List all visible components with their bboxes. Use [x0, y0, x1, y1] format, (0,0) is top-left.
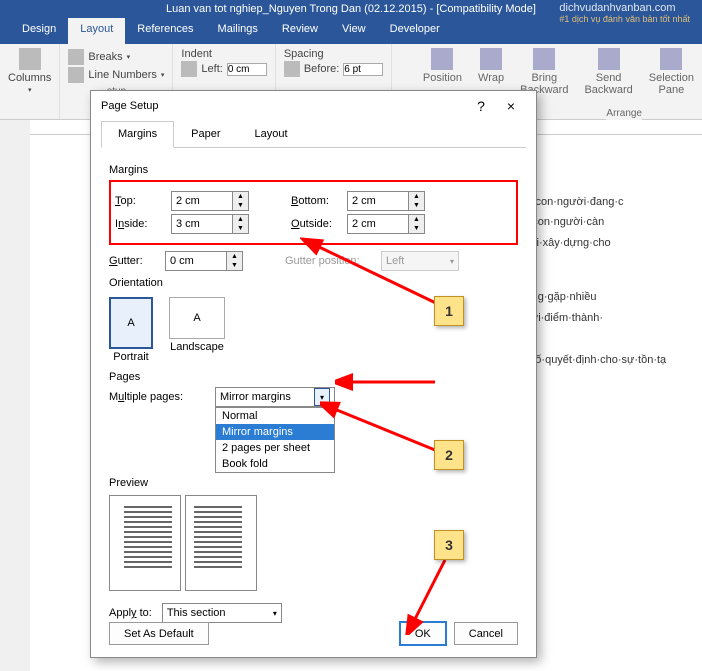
dialog-title-text: Page Setup [101, 100, 159, 112]
gutter-spinner[interactable]: ▲▼ [165, 251, 243, 271]
pages-heading: Pages [109, 371, 518, 383]
dd-option-bookfold[interactable]: Book fold [216, 456, 334, 472]
spin-up-icon[interactable]: ▲ [233, 192, 248, 201]
breaks-icon [68, 49, 84, 65]
spin-down-icon[interactable]: ▼ [409, 224, 424, 233]
inside-label: Inside: [115, 218, 165, 230]
breaks-button[interactable]: Breaks▾ [68, 49, 164, 65]
tab-developer[interactable]: Developer [378, 18, 452, 44]
dialog-tab-paper[interactable]: Paper [174, 121, 237, 147]
gutter-position-dropdown: Left▾ [381, 251, 459, 271]
dropdown-list: Normal Mirror margins 2 pages per sheet … [215, 407, 335, 473]
watermark: dichvudanhvanban.com #1 dịch vụ đánh văn… [559, 2, 690, 24]
spin-up-icon[interactable]: ▲ [409, 215, 424, 224]
selection-icon [660, 48, 682, 70]
tab-view[interactable]: View [330, 18, 378, 44]
spacing-before-control[interactable]: Before: [284, 61, 383, 77]
dialog-close-button[interactable]: × [496, 98, 526, 114]
tab-references[interactable]: References [125, 18, 205, 44]
multiple-pages-dropdown[interactable]: Mirror margins▾ Normal Mirror margins 2 … [215, 387, 335, 407]
margins-highlight-box: Top: ▲▼ Bottom: ▲▼ Inside: ▲▼ Outside: ▲… [109, 180, 518, 245]
ok-button[interactable]: OK [400, 622, 446, 645]
dialog-help-button[interactable]: ? [466, 98, 496, 114]
indent-left-icon [181, 61, 197, 77]
preview-page-left [109, 495, 181, 591]
spacing-before-value[interactable] [343, 63, 383, 76]
landscape-option[interactable]: A Landscape [169, 297, 225, 363]
bottom-label: Bottom: [291, 195, 341, 207]
dialog-buttons: Set As Default OK Cancel [109, 622, 518, 645]
chevron-down-icon[interactable]: ▾ [314, 388, 330, 406]
landscape-icon: A [169, 297, 225, 339]
send-icon [598, 48, 620, 70]
spin-down-icon[interactable]: ▼ [409, 201, 424, 210]
position-icon [431, 48, 453, 70]
page-setup-dialog: Page Setup ? × Margins Paper Layout Marg… [90, 90, 537, 658]
dialog-tab-layout[interactable]: Layout [237, 121, 304, 147]
bring-icon [533, 48, 555, 70]
callout-1: 1 [434, 296, 464, 326]
outside-input[interactable] [348, 215, 408, 233]
inside-spinner[interactable]: ▲▼ [171, 214, 249, 234]
selection-pane-button[interactable]: SelectionPane [641, 44, 702, 119]
tab-review[interactable]: Review [270, 18, 330, 44]
set-as-default-button[interactable]: Set As Default [109, 622, 209, 645]
dd-option-mirror-margins[interactable]: Mirror margins [216, 424, 334, 440]
top-spinner[interactable]: ▲▼ [171, 191, 249, 211]
dd-option-normal[interactable]: Normal [216, 408, 334, 424]
group-columns: Columns ▾ [0, 44, 60, 119]
chevron-down-icon: ▾ [450, 257, 454, 266]
gutter-label: Gutter: [109, 255, 159, 267]
dialog-tab-margins[interactable]: Margins [101, 121, 174, 148]
gutter-position-label: Gutter position: [285, 255, 375, 267]
callout-2: 2 [434, 440, 464, 470]
tab-mailings[interactable]: Mailings [206, 18, 270, 44]
spin-down-icon[interactable]: ▼ [233, 224, 248, 233]
spin-up-icon[interactable]: ▲ [233, 215, 248, 224]
tab-layout[interactable]: Layout [68, 18, 125, 44]
spin-up-icon[interactable]: ▲ [409, 192, 424, 201]
dialog-body: Margins Top: ▲▼ Bottom: ▲▼ Inside: ▲▼ Ou… [91, 148, 536, 633]
window-title: Luan van tot nghiep_Nguyen Trong Dan (02… [166, 3, 536, 15]
spacing-before-icon [284, 61, 300, 77]
preview-heading: Preview [109, 477, 518, 489]
indent-left-control[interactable]: Left: [181, 61, 266, 77]
line-numbers-button[interactable]: Line Numbers▾ [68, 67, 164, 83]
outside-label: Outside: [291, 218, 341, 230]
spin-up-icon[interactable]: ▲ [227, 252, 242, 261]
columns-button[interactable]: Columns ▾ [8, 48, 51, 94]
columns-icon [19, 48, 41, 70]
spin-down-icon[interactable]: ▼ [227, 261, 242, 270]
line-numbers-icon [68, 67, 84, 83]
multiple-pages-label: Multiple pages: [109, 391, 209, 403]
bottom-input[interactable] [348, 192, 408, 210]
apply-to-label: Apply to: [109, 607, 152, 619]
callout-3: 3 [434, 530, 464, 560]
tab-design[interactable]: Design [10, 18, 68, 44]
outside-spinner[interactable]: ▲▼ [347, 214, 425, 234]
dd-option-2pages[interactable]: 2 pages per sheet [216, 440, 334, 456]
portrait-option[interactable]: A Portrait [109, 297, 153, 363]
inside-input[interactable] [172, 215, 232, 233]
top-label: Top: [115, 195, 165, 207]
dialog-titlebar[interactable]: Page Setup ? × [91, 91, 536, 121]
gutter-input[interactable] [166, 252, 226, 270]
apply-to-dropdown[interactable]: This section▾ [162, 603, 282, 623]
spin-down-icon[interactable]: ▼ [233, 201, 248, 210]
preview-page-right [185, 495, 257, 591]
bottom-spinner[interactable]: ▲▼ [347, 191, 425, 211]
chevron-down-icon: ▾ [273, 609, 277, 618]
cancel-button[interactable]: Cancel [454, 622, 518, 645]
portrait-icon: A [109, 297, 153, 349]
top-input[interactable] [172, 192, 232, 210]
indent-left-value[interactable] [227, 63, 267, 76]
orientation-heading: Orientation [109, 277, 518, 289]
wrap-icon [480, 48, 502, 70]
dialog-tabs: Margins Paper Layout [101, 121, 526, 148]
margins-heading: Margins [109, 164, 518, 176]
